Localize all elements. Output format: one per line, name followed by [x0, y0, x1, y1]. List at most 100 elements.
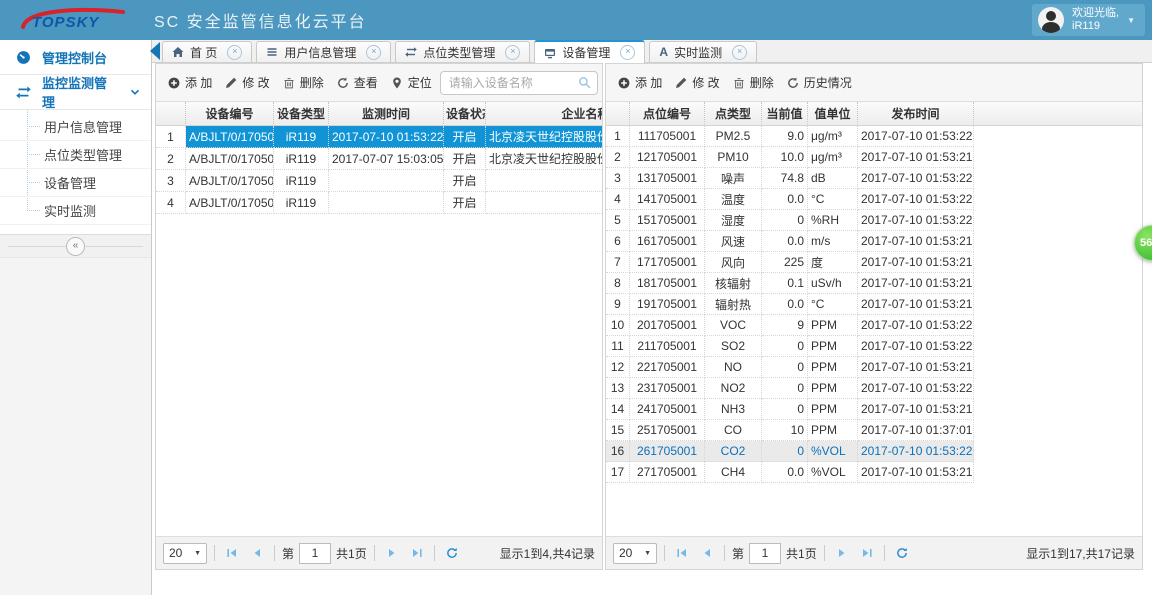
row-filler	[974, 462, 1142, 483]
table-cell: 开启	[444, 170, 486, 192]
row-filler	[974, 273, 1142, 294]
tab-point-type-mgmt[interactable]: 点位类型管理 ×	[395, 41, 531, 62]
last-page-button[interactable]	[857, 543, 877, 563]
table-row[interactable]: 11 211705001 SO2 0 PPM 2017-07-10 01:53:22	[606, 336, 1142, 357]
table-cell: 211705001	[630, 336, 705, 357]
tab-user-info-mgmt[interactable]: 用户信息管理 ×	[256, 41, 392, 62]
view-button[interactable]: 查看	[333, 71, 382, 94]
first-page-button[interactable]	[222, 543, 242, 563]
delete-button[interactable]: 删除	[279, 71, 328, 94]
table-cell: 191705001	[630, 294, 705, 315]
sidebar-section-monitor-mgmt[interactable]: 监控监测管理	[0, 75, 151, 110]
tab-label: 点位类型管理	[423, 45, 496, 60]
search-input[interactable]	[446, 74, 578, 91]
edit-button[interactable]: 修 改	[221, 71, 273, 94]
topsky-logo[interactable]: TOPSKY	[16, 4, 128, 36]
row-number-cell: 13	[606, 378, 630, 399]
sidebar-item-realtime-monitor[interactable]: 实时监测	[0, 197, 151, 225]
column-header[interactable]: 点位编号	[630, 102, 705, 126]
column-header[interactable]: 发布时间	[858, 102, 974, 126]
point-table: 点位编号 点类型 当前值 值单位 发布时间 1 111705001 PM2.5 9.0 μg/m³…	[606, 102, 1142, 536]
delete-button[interactable]: 删除	[729, 71, 778, 94]
add-button[interactable]: 添 加	[164, 71, 216, 94]
first-page-button[interactable]	[672, 543, 692, 563]
row-filler	[974, 315, 1142, 336]
table-row[interactable]: 3 131705001 噪声 74.8 dB 2017-07-10 01:53:22	[606, 168, 1142, 189]
page-size-select[interactable]: 20 ▼	[613, 542, 657, 564]
point-panel: 添 加 修 改删除 历史情况 点位编号 点类型 当前值 值单位 发布时间 1 111705001…	[605, 63, 1143, 570]
table-row[interactable]: 6 161705001 风速 0.0 m/s 2017-07-10 01:53:21	[606, 231, 1142, 252]
sidebar-collapse-arrow[interactable]	[150, 42, 160, 60]
table-row[interactable]: 3A/BJLT/0/1705003iR119 开启	[156, 170, 602, 192]
button-label: 修 改	[692, 76, 720, 90]
row-number-cell: 4	[156, 192, 186, 214]
table-row[interactable]: 2 121705001 PM10 10.0 μg/m³ 2017-07-10 01:53:…	[606, 147, 1142, 168]
tab-device-mgmt[interactable]: 设备管理 ×	[534, 40, 646, 63]
row-number-cell: 1	[606, 126, 630, 147]
table-row[interactable]: 12 221705001 NO 0 PPM 2017-07-10 01:53:21	[606, 357, 1142, 378]
page-number-input[interactable]	[299, 542, 332, 564]
column-header[interactable]: 监测时间	[329, 102, 444, 126]
caret-down-icon: ▼	[644, 549, 651, 557]
table-cell: 251705001	[630, 420, 705, 441]
reload-button[interactable]	[892, 543, 912, 563]
close-icon[interactable]: ×	[366, 44, 382, 60]
table-cell: SO2	[705, 336, 762, 357]
column-header[interactable]: 点类型	[705, 102, 762, 126]
table-cell	[486, 170, 602, 192]
user-menu[interactable]: 欢迎光临, iR119 ▼	[1032, 4, 1145, 36]
search-icon[interactable]	[578, 76, 591, 89]
table-row[interactable]: 1A/BJLT/0/1705001iR1192017-07-10 01:53:2…	[156, 126, 602, 148]
locate-button[interactable]: 定位	[387, 71, 436, 94]
table-row[interactable]: 10 201705001 VOC 9 PPM 2017-07-10 01:53:22	[606, 315, 1142, 336]
add-button[interactable]: 添 加	[614, 71, 666, 94]
close-icon[interactable]: ×	[732, 44, 748, 60]
table-cell: 241705001	[630, 399, 705, 420]
table-row[interactable]: 13 231705001 NO2 0 PPM 2017-07-10 01:53:22	[606, 378, 1142, 399]
sidebar-item-device-mgmt[interactable]: 设备管理	[0, 169, 151, 197]
table-cell: 北京凌天世纪控股股份有限公司	[486, 148, 602, 170]
table-row[interactable]: 1 111705001 PM2.5 9.0 μg/m³ 2017-07-10 01:53:…	[606, 126, 1142, 147]
content-panels: 添 加修 改删除查看定位 设备编号设备类型监测时间设备状态企业名称1A/BJLT…	[155, 63, 1143, 570]
table-row[interactable]: 16 261705001 CO2 0 %VOL 2017-07-10 01:53:22	[606, 441, 1142, 462]
close-icon[interactable]: ×	[227, 44, 243, 60]
row-number-cell: 11	[606, 336, 630, 357]
tab-realtime-monitor[interactable]: A 实时监测 ×	[649, 41, 758, 62]
prev-page-button[interactable]	[697, 543, 717, 563]
table-row[interactable]: 2A/BJLT/0/1705002iR1192017-07-07 15:03:0…	[156, 148, 602, 170]
prev-page-button[interactable]	[247, 543, 267, 563]
next-page-button[interactable]	[382, 543, 402, 563]
table-row[interactable]: 17 271705001 CH4 0.0 %VOL 2017-07-10 01:53:21	[606, 462, 1142, 483]
page-number-input[interactable]	[749, 542, 782, 564]
tab-home[interactable]: 首 页 ×	[162, 41, 253, 62]
sidebar-item-user-info-mgmt[interactable]: 用户信息管理	[0, 113, 151, 141]
history-button[interactable]: 历史情况	[783, 71, 856, 94]
column-header[interactable]: 设备类型	[274, 102, 329, 126]
collapse-button[interactable]: «	[66, 236, 85, 256]
sidebar-item-point-type-mgmt[interactable]: 点位类型管理	[0, 141, 151, 169]
page-size-select[interactable]: 20 ▼	[163, 542, 207, 564]
header-filler	[974, 102, 1142, 126]
column-header[interactable]: 当前值	[762, 102, 808, 126]
next-page-button[interactable]	[832, 543, 852, 563]
column-header[interactable]: 设备状态	[444, 102, 486, 126]
close-icon[interactable]: ×	[505, 44, 521, 60]
table-row[interactable]: 15 251705001 CO 10 PPM 2017-07-10 01:37:01	[606, 420, 1142, 441]
table-row[interactable]: 8 181705001 核辐射 0.1 uSv/h 2017-07-10 01:53:21	[606, 273, 1142, 294]
column-header[interactable]: 设备编号	[186, 102, 274, 126]
close-icon[interactable]: ×	[620, 45, 636, 60]
edit-button[interactable]: 修 改	[671, 71, 723, 94]
table-row[interactable]: 9 191705001 辐射热 0.0 °C 2017-07-10 01:53:21	[606, 294, 1142, 315]
table-row[interactable]: 4A/BJLT/0/1705004iR119 开启	[156, 192, 602, 214]
table-row[interactable]: 5 151705001 湿度 0 %RH 2017-07-10 01:53:22	[606, 210, 1142, 231]
column-header[interactable]: 值单位	[808, 102, 858, 126]
sidebar-section-admin-console[interactable]: 管理控制台	[0, 40, 151, 75]
reload-button[interactable]	[442, 543, 462, 563]
column-header[interactable]: 企业名称	[486, 102, 602, 126]
table-row[interactable]: 14 241705001 NH3 0 PPM 2017-07-10 01:53:21	[606, 399, 1142, 420]
table-row[interactable]: 7 171705001 风向 225 度 2017-07-10 01:53:21	[606, 252, 1142, 273]
last-page-button[interactable]	[407, 543, 427, 563]
welcome-line2: iR119	[1072, 20, 1100, 32]
table-cell: PPM	[808, 357, 858, 378]
table-row[interactable]: 4 141705001 温度 0.0 °C 2017-07-10 01:53:22	[606, 189, 1142, 210]
